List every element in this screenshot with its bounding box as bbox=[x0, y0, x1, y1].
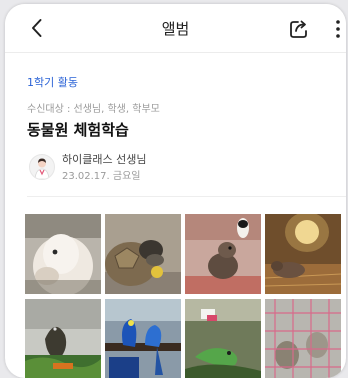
share-button[interactable] bbox=[287, 17, 311, 41]
author-name: 하이클래스 선생님 bbox=[62, 153, 147, 166]
photo-thumbnail[interactable] bbox=[265, 299, 341, 378]
photo-thumbnail[interactable] bbox=[25, 299, 101, 378]
otters-photo bbox=[185, 214, 261, 294]
post-date: 23.02.17. 금요일 bbox=[62, 171, 141, 182]
post-category[interactable]: 1학기 활동 bbox=[27, 74, 78, 90]
rabbits-photo bbox=[265, 299, 341, 378]
macaw-photo bbox=[105, 299, 181, 378]
chevron-left-icon bbox=[32, 19, 42, 37]
author-avatar bbox=[29, 154, 55, 180]
post-title: 동물원 체험학습 bbox=[27, 121, 129, 139]
photo-gallery bbox=[25, 214, 341, 378]
capybara-photo bbox=[265, 214, 341, 294]
photo-thumbnail[interactable] bbox=[105, 214, 181, 294]
photo-thumbnail[interactable] bbox=[185, 299, 261, 378]
tortoise-photo bbox=[105, 214, 181, 294]
photo-thumbnail[interactable] bbox=[105, 299, 181, 378]
post-recipients: 수신대상 : 선생님, 학생, 학부모 bbox=[27, 104, 160, 115]
teacher-avatar-icon bbox=[34, 158, 50, 179]
photo-thumbnail[interactable] bbox=[265, 214, 341, 294]
photo-thumbnail[interactable] bbox=[25, 214, 101, 294]
bird-photo bbox=[25, 299, 101, 378]
top-app-bar: 앨범 bbox=[5, 4, 346, 53]
share-icon bbox=[290, 20, 307, 38]
content-divider bbox=[27, 196, 346, 197]
alpaca-photo bbox=[25, 214, 101, 294]
back-button[interactable] bbox=[27, 17, 49, 39]
chameleon-photo bbox=[185, 299, 261, 378]
more-options-button[interactable] bbox=[331, 17, 345, 41]
app-frame: 앨범 1학기 활동 수신대상 : 선생님, 학생, 학부모 동물원 체험학습 하… bbox=[5, 4, 346, 378]
more-vertical-icon bbox=[336, 20, 340, 38]
photo-thumbnail[interactable] bbox=[185, 214, 261, 294]
